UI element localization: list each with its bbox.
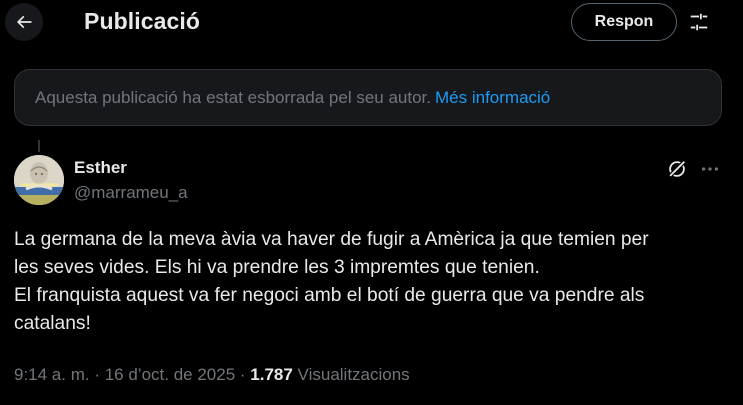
author-name[interactable]: Esther <box>74 158 127 178</box>
reply-button[interactable]: Respon <box>571 3 677 41</box>
deleted-post-notice: Aquesta publicació ha estat esborrada pe… <box>14 69 722 126</box>
post-text-line: La germana de la meva àvia va haver de f… <box>14 229 649 250</box>
notice-text: Aquesta publicació ha estat esborrada pe… <box>35 87 431 107</box>
filter-button[interactable] <box>683 7 715 37</box>
meta-separator: · <box>89 365 105 384</box>
post-text: La germana de la meva àvia va haver de f… <box>14 226 729 338</box>
more-horizontal-icon <box>701 167 719 171</box>
post-text-line: El franquista aquest va fer negoci amb e… <box>14 285 645 306</box>
avatar[interactable] <box>14 155 64 205</box>
more-options-button[interactable] <box>696 156 724 182</box>
post-text-line: catalans! <box>14 313 91 334</box>
header: Publicació Respon <box>0 0 743 44</box>
grok-icon <box>669 160 686 177</box>
arrow-left-icon <box>16 15 32 29</box>
meta-separator: · <box>235 365 251 384</box>
learn-more-link[interactable]: Més informació <box>435 88 550 108</box>
post-date[interactable]: 16 d’oct. de 2025 <box>105 365 235 384</box>
views-count: 1.787 <box>250 365 293 384</box>
author-handle[interactable]: @marrameu_a <box>74 183 188 203</box>
sliders-icon <box>690 13 708 31</box>
post-meta: 9:14 a. m. · 16 d’oct. de 2025 · 1.787 V… <box>14 365 410 385</box>
avatar-image <box>14 155 64 205</box>
post-text-line: les seves vides. Els hi va prendre les 3… <box>14 257 540 278</box>
post-time[interactable]: 9:14 a. m. <box>14 365 90 384</box>
thread-connector <box>38 140 40 152</box>
views-label: Visualitzacions <box>292 365 410 384</box>
page: Publicació Respon Aquesta publicació ha … <box>0 0 743 405</box>
grok-button[interactable] <box>664 156 690 182</box>
page-title: Publicació <box>84 8 201 34</box>
back-button[interactable] <box>5 3 43 41</box>
